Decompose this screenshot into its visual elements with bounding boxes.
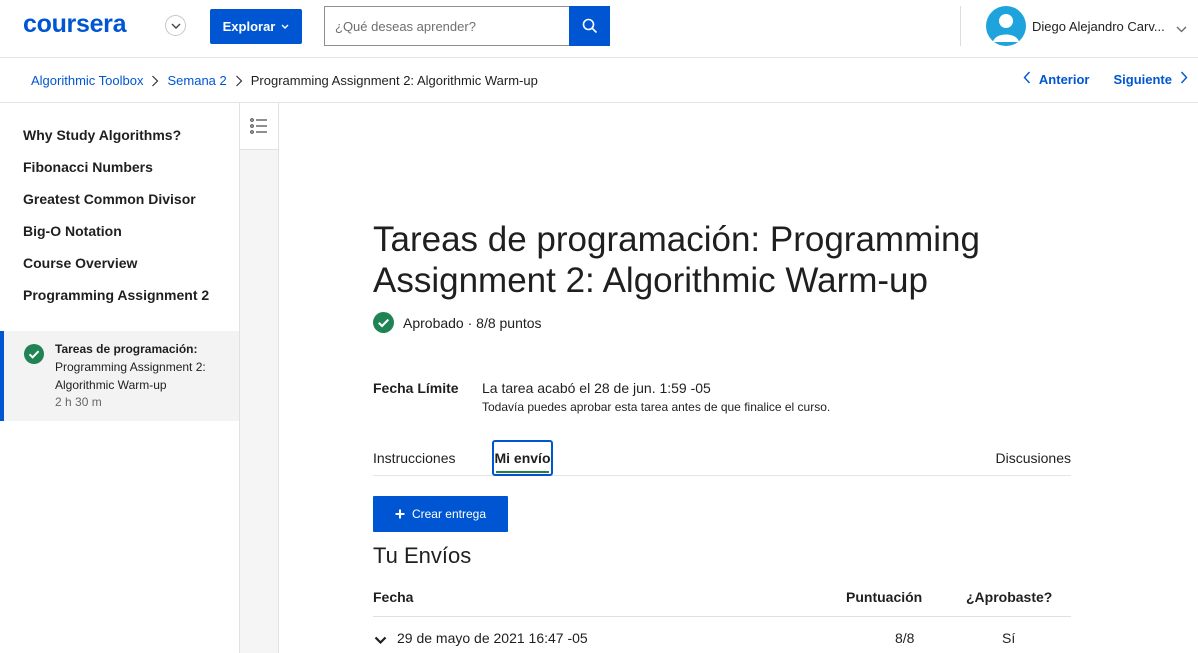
submission-passed: Sí	[1002, 630, 1016, 646]
sidebar-item-big-o[interactable]: Big-O Notation	[23, 221, 223, 241]
search-input[interactable]	[324, 6, 570, 46]
sidebar-item-gcd[interactable]: Greatest Common Divisor	[23, 189, 223, 209]
create-submission-label: Crear entrega	[411, 507, 487, 521]
breadcrumb-bar: Algorithmic Toolbox Semana 2 Programming…	[0, 58, 1198, 103]
explore-button-label: Explorar	[222, 19, 276, 34]
breadcrumb-course[interactable]: Algorithmic Toolbox	[31, 73, 143, 88]
tab-instructions[interactable]: Instrucciones	[373, 440, 455, 476]
explore-button[interactable]: Explorar	[210, 9, 302, 44]
plus-icon	[395, 509, 405, 519]
create-submission-button[interactable]: Crear entrega	[373, 496, 508, 532]
sidebar-item-fibonacci[interactable]: Fibonacci Numbers	[23, 157, 223, 177]
table-row[interactable]: 29 de mayo de 2021 16:47 -05 8/8 Sí	[373, 618, 1071, 653]
assignment-tabs: Instrucciones Mi envío Discusiones	[373, 440, 1071, 476]
chevron-down-icon	[281, 24, 289, 29]
check-circle-icon	[24, 344, 44, 369]
course-sidebar: Why Study Algorithms? Fibonacci Numbers …	[0, 103, 240, 653]
page-title: Tareas de programación: Programming Assi…	[373, 220, 980, 300]
nav-divider	[960, 6, 961, 46]
main-content: Tareas de programación: Programming Assi…	[280, 103, 1198, 653]
user-icon	[993, 14, 1019, 42]
grade-status-text: Aprobado · 8/8 puntos	[403, 314, 542, 331]
tab-discussions[interactable]: Discusiones	[996, 440, 1071, 476]
outline-column	[240, 103, 279, 653]
column-header-date: Fecha	[373, 589, 414, 605]
submissions-title: Tu Envíos	[373, 543, 472, 568]
sidebar-active-type: Tareas de programación:	[55, 342, 198, 356]
submission-date: 29 de mayo de 2021 16:47 -05	[397, 630, 588, 646]
due-date-note: Todavía puedes aprobar esta tarea antes …	[482, 400, 831, 414]
chevron-right-icon	[151, 75, 159, 87]
sidebar-item-course-overview[interactable]: Course Overview	[23, 253, 223, 273]
chevron-down-icon[interactable]	[1176, 20, 1187, 38]
check-circle-icon	[373, 312, 394, 333]
pager: Anterior Siguiente	[1023, 71, 1188, 87]
next-link[interactable]: Siguiente	[1113, 72, 1172, 87]
user-name[interactable]: Diego Alejandro Carv...	[1032, 19, 1172, 34]
column-header-passed: ¿Aprobaste?	[966, 589, 1053, 605]
breadcrumb-week[interactable]: Semana 2	[167, 73, 226, 88]
search-icon	[582, 18, 597, 34]
sidebar-item-programming-assignment[interactable]: Programming Assignment 2	[23, 285, 213, 305]
sidebar-active-duration: 2 h 30 m	[55, 395, 102, 409]
sidebar-active-item[interactable]: Tareas de programación: Programming Assi…	[0, 331, 239, 421]
breadcrumb: Algorithmic Toolbox Semana 2 Programming…	[31, 73, 538, 88]
sidebar-item-why-study[interactable]: Why Study Algorithms?	[23, 125, 223, 145]
list-outline-icon	[250, 118, 267, 134]
breadcrumb-current: Programming Assignment 2: Algorithmic Wa…	[250, 73, 538, 88]
column-header-score: Puntuación	[846, 589, 923, 605]
chevron-down-icon[interactable]	[374, 632, 387, 648]
tab-my-submission[interactable]: Mi envío	[492, 440, 553, 476]
chevron-right-icon	[235, 75, 243, 87]
top-navigation: coursera Explorar Diego Alejandro Carv..…	[0, 0, 1198, 58]
sidebar-active-name: Programming Assignment 2: Algorithmic Wa…	[55, 360, 206, 392]
sidebar-active-title: Tareas de programación: Programming Assi…	[55, 340, 225, 394]
previous-link[interactable]: Anterior	[1039, 72, 1090, 87]
coursera-logo[interactable]: coursera	[23, 10, 127, 39]
due-date-label: Fecha Límite	[373, 380, 459, 396]
search-button[interactable]	[569, 6, 610, 46]
chevron-right-icon[interactable]	[1180, 71, 1188, 87]
outline-toggle-button[interactable]	[240, 103, 278, 150]
submissions-table-header: Fecha Puntuación ¿Aprobaste?	[373, 584, 1071, 617]
grade-status: Aprobado · 8/8 puntos	[373, 312, 542, 333]
avatar[interactable]	[986, 6, 1026, 46]
chevron-down-icon[interactable]	[165, 15, 186, 36]
due-date-value: La tarea acabó el 28 de jun. 1:59 -05	[482, 380, 711, 396]
submission-score: 8/8	[895, 630, 915, 646]
chevron-left-icon[interactable]	[1023, 71, 1031, 87]
